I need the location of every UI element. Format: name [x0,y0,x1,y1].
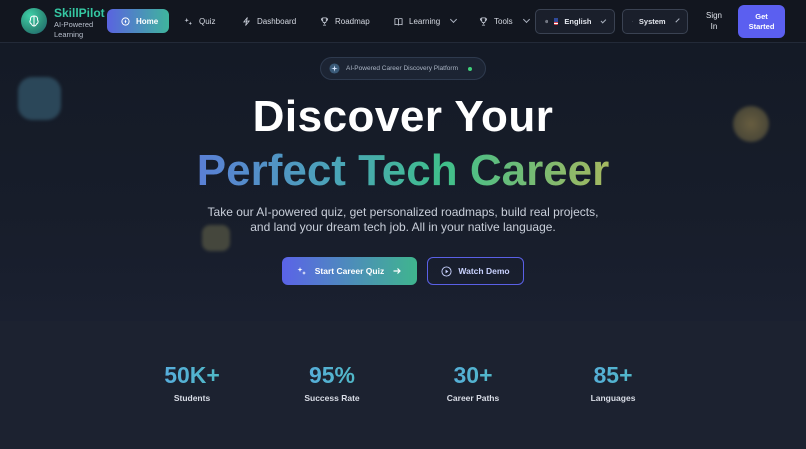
stat-label: Languages [590,393,636,403]
sign-in-link[interactable]: Sign In [701,10,727,32]
nav-home[interactable]: Home [107,9,170,33]
theme-selector[interactable]: System [622,9,688,34]
stat-value: 95% [272,362,392,388]
stat-label: Career Paths [446,393,500,403]
compass-icon [121,16,130,26]
stat-value: 30+ [413,362,533,388]
sign-in-label-2: In [710,22,718,31]
nav-tools[interactable]: Tools [479,10,530,32]
trophy-icon [320,16,329,26]
sparkle-icon [184,17,193,25]
language-label: English [564,17,592,26]
get-started-label-1: Get [755,11,768,21]
stat-value: 50K+ [132,362,252,388]
brand-tagline-1: AI-Powered [54,20,94,29]
hero-title-line-2: Perfect Tech Career [0,145,806,197]
hero-description-line-2: and land your dream tech job. All in you… [250,220,556,234]
nav-tools-label: Tools [494,16,513,26]
stat-students: 50K+ Students [132,362,252,403]
us-flag-icon [554,18,559,25]
stat-languages: 85+ Languages [553,362,673,403]
stats-section: 50K+ Students 95% Success Rate 30+ Caree… [0,321,806,449]
nav-quiz[interactable]: Quiz [184,10,215,32]
brand-name: SkillPilot [54,6,105,20]
hero-section: AI-Powered Career Discovery Platform Dis… [0,43,806,321]
theme-label: System [638,17,666,26]
brand-tagline-2: Learning [54,29,84,39]
sparkle-badge-icon [329,63,340,74]
sparkle-icon [297,267,306,275]
chevron-down-icon [450,15,458,24]
start-career-quiz-button[interactable]: Start Career Quiz [282,257,417,285]
start-career-quiz-label: Start Career Quiz [314,266,385,276]
stat-label: Students [173,393,211,403]
bolt-icon [242,16,251,26]
book-icon [394,17,403,26]
get-started-label-2: Started [748,21,775,31]
watch-demo-label: Watch Demo [458,266,510,276]
watch-demo-button[interactable]: Watch Demo [427,257,524,285]
nav-learning-label: Learning [409,16,441,26]
platform-badge: AI-Powered Career Discovery Platform [320,57,486,80]
chevron-down-icon [522,15,530,24]
nav-learning[interactable]: Learning [394,10,458,32]
top-nav: SkillPilot AI-Powered Learning Home Quiz… [0,0,806,43]
chevron-down-icon [675,17,680,23]
hero-title-line-1: Discover Your [252,92,554,141]
nav-dashboard[interactable]: Dashboard [242,10,296,32]
language-selector[interactable]: English [535,9,615,34]
nav-quiz-label: Quiz [199,16,216,26]
brain-logo-icon[interactable] [21,8,47,34]
arrow-right-icon [393,268,402,274]
hero-title-gradient: Perfect Tech Career [196,146,610,195]
stat-label: Success Rate [304,393,360,403]
trophy-icon [479,16,488,26]
stat-value: 85+ [553,362,673,388]
chevron-down-icon [601,17,607,23]
nav-dashboard-label: Dashboard [257,16,297,26]
badge-text: AI-Powered Career Discovery Platform [346,65,458,72]
get-started-button[interactable]: Get Started [738,5,785,38]
brand[interactable]: SkillPilot AI-Powered Learning [54,7,105,39]
monitor-icon [632,21,633,22]
nav-home-label: Home [136,16,159,26]
hero-description-line-1: Take our AI-powered quiz, get personaliz… [207,205,599,219]
stat-career-paths: 30+ Career Paths [413,362,533,403]
globe-icon [545,19,549,24]
status-dot [467,66,472,71]
play-circle-icon [441,265,452,277]
nav-roadmap[interactable]: Roadmap [320,10,370,32]
hero-description: Take our AI-powered quiz, get personaliz… [150,205,656,235]
sign-in-label-1: Sign [705,11,722,20]
nav-roadmap-label: Roadmap [335,16,370,26]
stat-success-rate: 95% Success Rate [272,362,392,403]
